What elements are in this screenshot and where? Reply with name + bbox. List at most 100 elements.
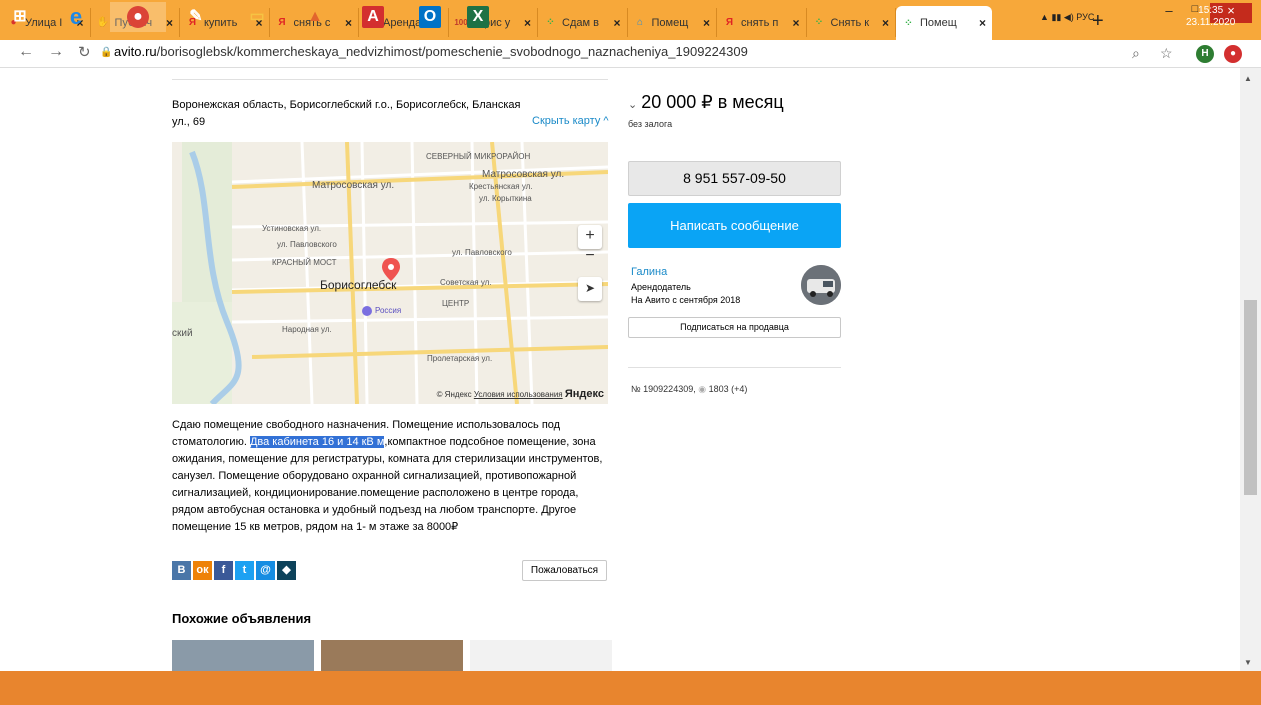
chevron-down-icon[interactable]: ⌄: [628, 99, 637, 111]
profile-avatar[interactable]: H: [1196, 45, 1214, 63]
price: ⌄ 20 000 ₽ в месяц: [628, 92, 784, 113]
divider: [172, 79, 608, 80]
excel-icon[interactable]: X: [450, 2, 506, 32]
close-tab-icon[interactable]: ×: [703, 16, 710, 30]
close-tab-icon[interactable]: ×: [613, 16, 620, 30]
map-station-label: Россия: [375, 306, 402, 315]
write-message-button[interactable]: Написать сообщение: [628, 203, 841, 248]
close-tab-icon[interactable]: ×: [979, 16, 986, 30]
clock[interactable]: 15:35 23.11.2020: [1186, 5, 1235, 29]
eye-icon: ◉: [698, 384, 707, 394]
tab-label: снять п: [741, 16, 779, 29]
map-street-label: Крестьянская ул.: [469, 182, 533, 191]
seller-avatar[interactable]: [801, 265, 841, 305]
geolocation-icon[interactable]: ➤: [578, 277, 602, 301]
map-city-label: Борисоглебск: [320, 278, 397, 292]
complain-button[interactable]: Пожаловаться: [522, 560, 607, 581]
seller-since: На Авито с сентября 2018: [631, 295, 741, 305]
browser-toolbar: ← → ↻ 🔒 avito.ru/borisoglebsk/kommerches…: [0, 40, 1261, 68]
browser-tab[interactable]: Яснять п ×: [717, 8, 807, 37]
minimize-button[interactable]: –: [1156, 3, 1182, 23]
windows-start-icon[interactable]: ⊞: [0, 2, 40, 32]
selected-text: Два кабинета 16 и 14 кВ м: [249, 436, 385, 448]
vk-icon[interactable]: В: [172, 561, 191, 580]
map-street-label: Матросовская ул.: [312, 180, 395, 191]
back-icon[interactable]: ←: [18, 43, 34, 61]
scroll-up-icon[interactable]: ▲: [1244, 74, 1252, 83]
odnoklassniki-icon[interactable]: ок: [193, 561, 212, 580]
map-copyright-text: © Яндекс: [436, 390, 472, 399]
internet-explorer-icon-glyph: e: [69, 4, 83, 29]
chrome-icon[interactable]: ●: [110, 2, 166, 32]
browser-tab[interactable]: ⁘ Сдам в ×: [538, 8, 628, 37]
description-text-rest: ,компактное подсобное помещение, зона ож…: [172, 436, 603, 533]
subscribe-button[interactable]: Подписаться на продавца: [628, 317, 841, 338]
house-icon: ⌂: [636, 17, 644, 28]
similar-listing-photo[interactable]: [172, 640, 314, 671]
browser-tab[interactable]: ⁘ Снять к ×: [807, 8, 896, 37]
paint-icon-glyph: ✎: [189, 8, 203, 25]
tab-label: Помещ: [651, 16, 689, 29]
avito-icon: ⁘: [904, 17, 913, 29]
deposit-info: без залога: [628, 119, 673, 129]
livejournal-icon[interactable]: ◆: [277, 561, 296, 580]
internet-explorer-icon[interactable]: e: [48, 2, 104, 32]
acrobat-icon[interactable]: A: [345, 2, 401, 32]
hide-map-link[interactable]: Скрыть карту ^: [532, 115, 609, 127]
volume-icon[interactable]: ◀): [1064, 12, 1074, 22]
phone-button[interactable]: 8 951 557-09-50: [628, 161, 841, 196]
seller-name-link[interactable]: Галина: [631, 266, 667, 278]
close-tab-icon[interactable]: ×: [792, 16, 799, 30]
twitter-icon[interactable]: t: [235, 561, 254, 580]
browser-tab[interactable]: ⌂ Помещ ×: [628, 8, 717, 37]
outlook-icon-glyph: O: [419, 6, 441, 28]
yandex-logo: Яндекс: [564, 388, 604, 400]
similar-listing-photo[interactable]: [321, 640, 463, 671]
similar-listings-title: Похожие объявления: [172, 611, 312, 626]
browser-tab[interactable]: ⁘ Помещ ×: [896, 6, 992, 40]
map-street-label: Народная ул.: [282, 325, 332, 334]
map-copyright: © Яндекс Условия использования Яндекс: [437, 388, 604, 400]
close-tab-icon[interactable]: ×: [524, 16, 531, 30]
price-value: 20 000 ₽ в месяц: [641, 92, 784, 112]
map-district-label: КРАСНЫЙ МОСТ: [272, 258, 337, 267]
seller-role: Арендодатель: [631, 282, 691, 292]
facebook-icon[interactable]: f: [214, 561, 233, 580]
listing-description: Сдаю помещение свободного назначения. По…: [172, 417, 608, 536]
lock-icon[interactable]: 🔒: [100, 47, 112, 58]
paint-icon[interactable]: ✎: [168, 2, 224, 32]
map-terms-link[interactable]: Условия использования: [474, 390, 563, 399]
tray-chevron-icon[interactable]: ▲: [1040, 12, 1049, 22]
close-tab-icon[interactable]: ×: [882, 16, 889, 30]
extension-icon[interactable]: ●: [1224, 45, 1242, 63]
zoom-out-button[interactable]: −: [578, 245, 602, 269]
mailru-icon[interactable]: @: [256, 561, 275, 580]
tab-label: Помещ: [920, 17, 957, 29]
ad-meta: № 1909224309, ◉ 1803 (+4): [631, 384, 747, 395]
map-street-label: Устиновская ул.: [262, 224, 322, 233]
forward-icon[interactable]: →: [48, 43, 64, 61]
map-district-label: ЦЕНТР: [442, 299, 470, 308]
url-host: avito.ru: [114, 44, 157, 59]
hide-map-label: Скрыть карту: [532, 115, 601, 127]
listing-address: Воронежская область, Борисоглебский г.о.…: [172, 99, 521, 128]
scrollbar-thumb[interactable]: [1244, 300, 1257, 495]
language-indicator[interactable]: РУС: [1076, 12, 1094, 22]
zoom-icon[interactable]: ⌕: [1132, 45, 1140, 62]
avito-icon: ⁘: [814, 17, 824, 28]
scroll-down-icon[interactable]: ▼: [1244, 658, 1252, 667]
url-path: /borisoglebsk/kommercheskaya_nedvizhimos…: [156, 44, 748, 59]
matlab-icon-glyph: ▲: [307, 8, 323, 25]
yandex-map[interactable]: СЕВЕРНЫЙ МИКРОРАЙОН Матросовская ул. Мат…: [172, 142, 608, 404]
avito-icon: ⁘: [546, 17, 555, 28]
similar-listing-photo[interactable]: [470, 640, 612, 671]
address-bar[interactable]: avito.ru/borisoglebsk/kommercheskaya_ned…: [114, 44, 748, 59]
view-count: 1803 (+4): [708, 384, 748, 394]
tab-label: Сдам в: [562, 16, 599, 29]
bookmark-star-icon[interactable]: ☆: [1160, 45, 1173, 62]
file-explorer-icon[interactable]: ▭: [229, 2, 285, 32]
reload-icon[interactable]: ↻: [78, 43, 91, 61]
network-icon[interactable]: ▮▮: [1051, 12, 1061, 22]
map-street-label: ул. Корыткина: [479, 194, 532, 203]
matlab-icon[interactable]: ▲: [287, 2, 343, 32]
